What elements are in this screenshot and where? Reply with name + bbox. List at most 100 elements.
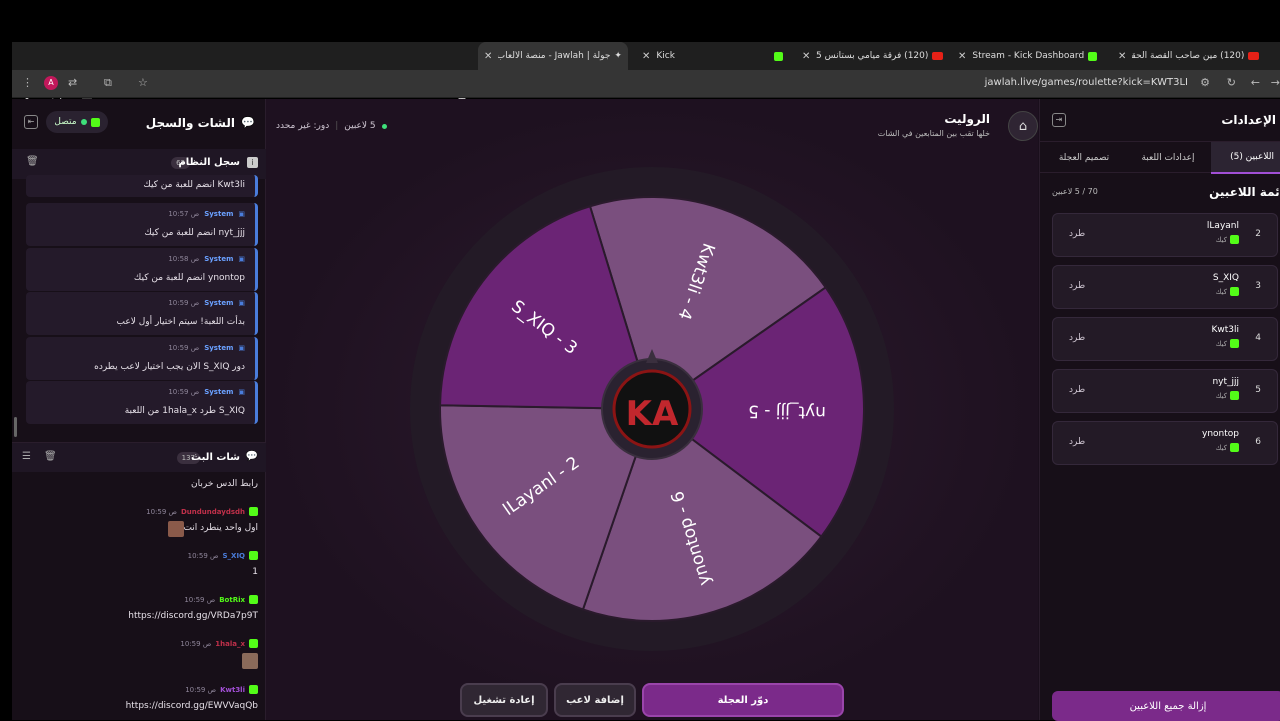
- page-title: الروليت: [944, 112, 990, 126]
- turn-text: دور: غير محدد: [276, 121, 330, 131]
- collapse-panel-icon[interactable]: ⇤: [24, 115, 38, 129]
- sender-name: System: [204, 210, 234, 218]
- connection-status: متصل: [46, 111, 108, 133]
- username[interactable]: S_XIQ: [223, 552, 246, 560]
- trash-icon[interactable]: 🗑: [44, 451, 57, 462]
- tab-kick[interactable]: ✕ Kick: [636, 42, 786, 70]
- message-text: اول واحد ينطرد انت: [183, 523, 258, 533]
- tab-players[interactable]: اللاعبين (5): [1211, 142, 1280, 174]
- log-entry: 10:59 ص System ▣ دور S_XIQ الان يجب اختيار …: [26, 336, 258, 380]
- tab-youtube-1[interactable]: ✕ (120) فرقة ميامي بستانس 2015: [796, 42, 946, 70]
- platform-text: كيك: [1215, 443, 1227, 452]
- game-status: دور: غير محدد | 5 لاعبين: [276, 121, 387, 131]
- menu-icon[interactable]: ⋮: [22, 76, 33, 89]
- log-scrollbar[interactable]: [14, 417, 17, 437]
- bookmark-star-icon[interactable]: ☆: [138, 76, 148, 89]
- translate-icon[interactable]: ⇄: [68, 76, 77, 89]
- spin-button[interactable]: دوّر العجلة: [642, 683, 844, 717]
- player-platform: كيك: [1216, 443, 1239, 452]
- roulette-wheel[interactable]: Kwt3li - 4nyt_jjj - 5ynontop - 6lLayanl …: [402, 159, 902, 659]
- tab-game-settings[interactable]: إعدادات اللعبة: [1127, 142, 1209, 174]
- add-player-button[interactable]: إضافة لاعب: [554, 683, 636, 717]
- info-icon: i: [247, 157, 258, 168]
- tab-strip: ✕ ❐ — + ✕ جولة | Jawlah - منصة الألعاب ا…: [12, 42, 1280, 105]
- site-settings-icon[interactable]: ⚙: [1200, 76, 1210, 89]
- remove-all-button[interactable]: إزالة جميع اللاعبين: [1052, 691, 1280, 721]
- sender-name: System: [204, 299, 234, 308]
- kick-icon: [1230, 391, 1239, 400]
- close-tab-icon[interactable]: ✕: [1118, 51, 1126, 62]
- time-text: 10:59 ص: [184, 595, 216, 604]
- username[interactable]: Kwt3li: [220, 686, 245, 694]
- tab-youtube-2[interactable]: ✕ (120) مين صاحب القصة الحقيقية: [1112, 42, 1262, 70]
- trash-icon[interactable]: 🗑: [26, 156, 39, 167]
- close-tab-icon[interactable]: ✕: [802, 51, 810, 62]
- restart-button[interactable]: إعادة تشغيل: [460, 683, 548, 717]
- time-text: 10:59 ص: [185, 685, 217, 694]
- filter-icon[interactable]: ☰: [22, 451, 31, 462]
- username[interactable]: Dundundaydsdh: [181, 508, 245, 516]
- kick-icon: [1230, 443, 1239, 452]
- kick-player-button[interactable]: طرد: [1069, 281, 1085, 291]
- home-button[interactable]: ⌂: [1008, 111, 1038, 141]
- kick-player-button[interactable]: طرد: [1069, 385, 1085, 395]
- player-name: lLayanl: [1206, 221, 1239, 231]
- forward-icon[interactable]: →: [1271, 76, 1280, 89]
- log-message: دور S_XIQ الان يجب اختيار لاعب يطرده: [94, 361, 245, 372]
- collapse-panel-icon[interactable]: ⇥: [1052, 113, 1066, 127]
- chat-bubble-icon: 💬: [245, 451, 258, 462]
- username[interactable]: 1hala_x: [215, 640, 245, 648]
- log-message: S_XIQ طرد 1hala_x من اللعبة: [124, 406, 245, 417]
- time-text: 10:58 ص: [168, 254, 200, 263]
- profile-avatar[interactable]: A: [44, 76, 58, 90]
- time-text: 10:59 ص: [168, 388, 200, 397]
- log-message: ynontop انضم للعبة من كيك: [133, 272, 245, 283]
- online-dot-icon: [381, 123, 387, 129]
- tab-title: Kick: [656, 51, 675, 61]
- sender-name: System: [204, 254, 234, 263]
- close-tab-icon[interactable]: ✕: [958, 51, 966, 62]
- youtube-favicon-icon: [1248, 52, 1260, 60]
- log-message: nyt_jjj انضم للعبة من كيك: [144, 228, 245, 238]
- center-logo: KA: [626, 394, 679, 434]
- platform-text: كيك: [1215, 235, 1227, 244]
- stream-chat-header[interactable]: ☰ 🗑 137 شات البث 💬: [12, 442, 266, 472]
- close-tab-icon[interactable]: ✕: [484, 51, 492, 62]
- url-field[interactable]: jawlah.live/games/roulette?kick=KWT3LI: [985, 77, 1188, 88]
- sender-name: System: [204, 343, 234, 352]
- jawlah-favicon-icon: ✦: [614, 51, 622, 61]
- username[interactable]: BotRix: [219, 596, 245, 604]
- extensions-icon[interactable]: ⧉: [104, 76, 112, 90]
- system-icon: ▣: [238, 254, 245, 263]
- tab-kick-dashboard[interactable]: ✕ Stream - Kick Dashboard: [952, 42, 1102, 70]
- close-tab-icon[interactable]: ✕: [642, 51, 650, 62]
- players-list-count: 70 / 5 لاعبين: [1052, 187, 1098, 196]
- kick-player-button[interactable]: طرد: [1069, 333, 1085, 343]
- panel-title: الشات والسجل: [145, 116, 235, 130]
- youtube-favicon-icon: [932, 52, 944, 60]
- log-message: بدأت اللعبة! سيتم اختيار أول لاعب: [116, 317, 246, 328]
- kick-player-button[interactable]: طرد: [1069, 229, 1085, 239]
- tab-jawlah[interactable]: ✕ جولة | Jawlah - منصة الألعاب الت... ✦: [478, 42, 628, 70]
- back-icon[interactable]: ←: [1251, 76, 1260, 89]
- kick-icon: [1230, 235, 1239, 244]
- log-entry: 10:59 ص System ▣ بدأت اللعبة! سيتم اختيار أ…: [26, 292, 258, 336]
- app: ⇤ متصل الشات والسجل 💬 🗑 63 سجل النظام i …: [12, 99, 1280, 721]
- time-text: 10:59 ص: [180, 639, 212, 648]
- system-log-title: سجل النظام: [178, 157, 240, 168]
- player-number: 4: [1255, 333, 1261, 343]
- time-text: 10:57 ص: [168, 210, 200, 218]
- kick-icon: [249, 507, 258, 516]
- player-number: 6: [1255, 437, 1261, 447]
- settings-tabs: اللاعبين (5) إعدادات اللعبة تصميم العجلة: [1040, 141, 1280, 174]
- sender-name: System: [204, 388, 234, 397]
- chat-bubble-icon: 💬: [241, 116, 255, 129]
- message-text: 1: [252, 567, 258, 577]
- tab-wheel-design[interactable]: تصميم العجلة: [1043, 142, 1125, 174]
- status-text: متصل: [54, 117, 77, 127]
- player-number: 3: [1255, 281, 1261, 291]
- kick-icon: [249, 685, 258, 694]
- kick-player-button[interactable]: طرد: [1069, 437, 1085, 447]
- reload-icon[interactable]: ↻: [1227, 76, 1236, 89]
- players-list-title: قائمة اللاعبين: [1209, 185, 1280, 199]
